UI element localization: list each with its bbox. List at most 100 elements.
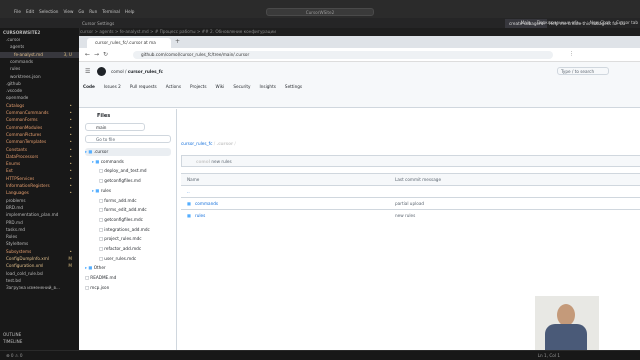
explorer-item[interactable]: commands — [0, 59, 80, 65]
repo-tree-item[interactable]: □ user_rules.mdc — [99, 255, 171, 263]
commit-author[interactable]: comol — [196, 159, 210, 164]
repo-tree-item[interactable]: □ getconfigfiles.md — [99, 177, 171, 185]
menu-selection[interactable]: Selection — [39, 9, 58, 14]
menu-go[interactable]: Go — [78, 9, 84, 14]
tr-cursor-tab[interactable]: Cursor tab — [616, 20, 638, 25]
extensions-icon[interactable]: ⋮ — [569, 51, 580, 57]
path-repo-link[interactable]: cursor_rules_fc — [181, 141, 212, 146]
repo-name[interactable]: cursor_rules_fc — [128, 69, 163, 74]
menu-icon[interactable]: ☰ — [85, 68, 90, 75]
explorer-item[interactable]: CommonForms • — [0, 117, 80, 123]
breadcrumb[interactable]: cursor > agents > fe-analyst.md > # Проц… — [0, 28, 640, 36]
tab-security[interactable]: Security — [233, 84, 250, 89]
tab-actions[interactable]: Actions — [166, 84, 181, 89]
repo-tree-item[interactable]: ▸ ■ commands — [92, 158, 171, 166]
explorer-item[interactable]: Configuration.xml M — [0, 263, 80, 269]
tab-pull-requests[interactable]: Pull requests — [130, 84, 157, 89]
explorer-item[interactable]: tasks.md — [0, 227, 80, 233]
tr-main[interactable]: Main — [521, 20, 531, 25]
explorer-item[interactable]: fe-analyst.md 3, U — [0, 51, 80, 58]
explorer-item[interactable]: rules — [0, 66, 80, 72]
explorer-item[interactable]: CommonTemplates • — [0, 139, 80, 145]
repo-tree-item[interactable]: □ forms_add.mdc — [99, 197, 171, 205]
tab-issues[interactable]: Issues 2 — [104, 84, 121, 89]
row-commit-msg[interactable]: new rules — [395, 210, 415, 222]
problems-indicator[interactable]: ⊗ 0 ⚠ 0 — [6, 353, 23, 358]
explorer-panel: CURSORWSITE2 .cursor agents fe-analyst.md 3… — [0, 28, 80, 350]
explorer-item[interactable]: implementation_plan.md — [0, 212, 80, 218]
explorer-item[interactable]: .github — [0, 81, 80, 87]
tab-insights[interactable]: Insights — [260, 84, 276, 89]
explorer-item[interactable]: Catalogs • — [0, 103, 80, 109]
repo-tree-item[interactable]: □ README.md — [85, 274, 171, 282]
explorer-item[interactable]: Ext • — [0, 168, 80, 174]
explorer-item[interactable]: .cursor — [0, 37, 80, 43]
explorer-item[interactable]: Constants • — [0, 147, 80, 153]
repo-tree-item[interactable]: □ getconfigfiles.mdc — [99, 216, 171, 224]
repo-tree-item[interactable]: ▸ ■ .cursor — [85, 148, 171, 156]
explorer-title[interactable]: CURSORWSITE2 — [0, 30, 80, 36]
repo-tree-item[interactable]: ▸ ■ Other — [85, 264, 171, 272]
explorer-item[interactable]: Languages • — [0, 190, 80, 196]
explorer-item[interactable]: CommonPictures • — [0, 132, 80, 138]
commit-message[interactable]: new rules — [211, 159, 231, 164]
cursor-position[interactable]: Ln 1, Col 1 — [538, 353, 560, 358]
explorer-item[interactable]: problems — [0, 198, 80, 204]
explorer-item[interactable]: test.bsl — [0, 278, 80, 284]
table-row[interactable]: ■ commands partial upload — [181, 197, 640, 209]
tab-wiki[interactable]: Wiki — [216, 84, 225, 89]
url-input[interactable]: github.com/comol/cursor_rules_fc/tree/ma… — [133, 51, 553, 59]
browser-tab[interactable]: cursor_rules_fc/.cursor at ma — [87, 38, 171, 48]
outline-section[interactable]: OUTLINE — [0, 332, 80, 338]
github-search-input[interactable]: Type / to search — [557, 67, 609, 75]
tab-cursor-settings[interactable]: Cursor Settings — [78, 19, 118, 28]
explorer-item[interactable]: HTTPServices • — [0, 176, 80, 182]
nav-arrows-icon[interactable]: ←→↻ — [85, 51, 112, 58]
new-tab-icon[interactable]: + — [175, 38, 180, 45]
explorer-item[interactable]: CommonCommands • — [0, 110, 80, 116]
explorer-item[interactable]: DataProcessors • — [0, 154, 80, 160]
explorer-item[interactable]: StyleItems — [0, 241, 80, 247]
explorer-item[interactable]: worktrees.json — [0, 74, 80, 80]
tab-settings[interactable]: Settings — [285, 84, 302, 89]
repo-tree-item[interactable]: □ mcp.json — [85, 284, 171, 292]
tr-new-chat[interactable]: New Chat — [590, 20, 610, 25]
explorer-item[interactable]: Subsystems • — [0, 249, 80, 255]
tr-connected[interactable]: Подключенные объ... — [537, 20, 584, 25]
command-search-input[interactable]: CursorWSite2 — [266, 8, 374, 16]
menu-file[interactable]: File — [14, 9, 21, 14]
branch-select[interactable]: main — [85, 123, 145, 131]
table-row[interactable]: .. — [181, 185, 640, 197]
menu-view[interactable]: View — [63, 9, 73, 14]
menu-edit[interactable]: Edit — [26, 9, 34, 14]
explorer-item[interactable]: agents — [0, 44, 80, 50]
repo-tree-item[interactable]: □ integrations_add.mdc — [99, 226, 171, 234]
menu-help[interactable]: Help — [125, 9, 135, 14]
github-logo-icon[interactable] — [97, 67, 106, 76]
row-name-link[interactable]: rules — [195, 210, 205, 222]
explorer-item[interactable]: PRD.md — [0, 220, 80, 226]
explorer-item[interactable]: openmode — [0, 95, 80, 101]
tab-code[interactable]: Code — [83, 84, 95, 89]
repo-tree-item[interactable]: □ deploy_and_test.md — [99, 167, 171, 175]
explorer-item[interactable]: CommonModules • — [0, 125, 80, 131]
repo-tree-item[interactable]: ▸ ■ rules — [92, 187, 171, 195]
repo-tree-item[interactable]: □ forms_edit_add.mdc — [99, 206, 171, 214]
repo-owner[interactable]: comol — [111, 69, 124, 74]
explorer-item[interactable]: BRD.md — [0, 205, 80, 211]
menu-run[interactable]: Run — [89, 9, 97, 14]
explorer-item[interactable]: Roles — [0, 234, 80, 240]
go-to-file-input[interactable]: Go to file — [85, 135, 171, 143]
repo-tree-item[interactable]: □ project_rules.mdc — [99, 235, 171, 243]
explorer-item[interactable]: .vscode — [0, 88, 80, 94]
explorer-item[interactable]: load_cold_rule.bsl — [0, 271, 80, 277]
explorer-item[interactable]: InformationRegisters • — [0, 183, 80, 189]
explorer-item[interactable]: Загрузка изменений_в... — [0, 285, 80, 291]
explorer-item[interactable]: Enums • — [0, 161, 80, 167]
table-row[interactable]: ■ rules new rules — [181, 209, 640, 221]
tab-projects[interactable]: Projects — [190, 84, 207, 89]
menu-terminal[interactable]: Terminal — [102, 9, 120, 14]
repo-tree-item[interactable]: □ refactor_add.mdc — [99, 245, 171, 253]
explorer-item[interactable]: ConfigDumpInfo.xml M — [0, 256, 80, 262]
timeline-section[interactable]: TIMELINE — [0, 339, 80, 345]
